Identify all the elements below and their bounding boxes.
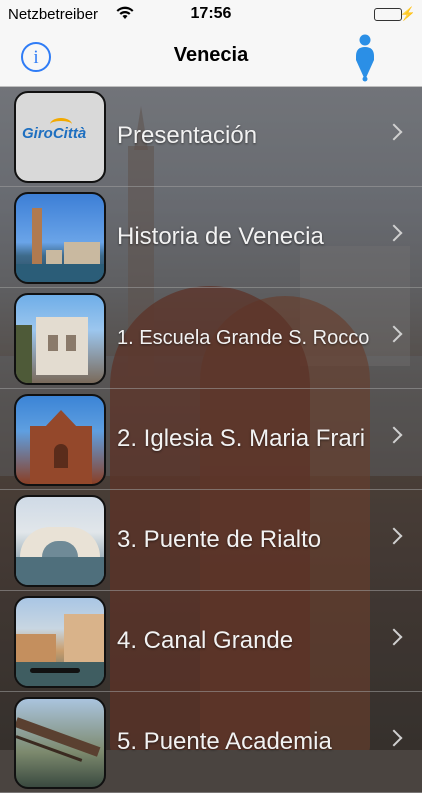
- battery-icon: [374, 8, 402, 21]
- academia-bridge-photo: [14, 697, 106, 789]
- map-pin-person-icon[interactable]: [350, 30, 380, 86]
- chevron-right-icon: [385, 527, 403, 545]
- list-item-label: 2. Iglesia S. Maria Frari: [117, 425, 366, 452]
- clock: 17:56: [190, 5, 232, 22]
- campanile-photo: [14, 192, 106, 284]
- list-item[interactable]: GiroCittà Presentación: [0, 86, 422, 187]
- chevron-right-icon: [385, 224, 403, 242]
- places-list: GiroCittà Presentación Historia de Venec…: [0, 86, 422, 793]
- grand-canal-photo: [14, 596, 106, 688]
- frari-church-photo: [14, 394, 106, 486]
- list-item-label: 5. Puente Academia: [117, 728, 332, 755]
- list-item[interactable]: 1. Escuela Grande S. Rocco: [0, 288, 422, 389]
- list-item-label: Presentación: [117, 122, 258, 149]
- list-item[interactable]: 2. Iglesia S. Maria Frari: [0, 389, 422, 490]
- list-item[interactable]: Historia de Venecia: [0, 187, 422, 288]
- list-item-label: 3. Puente de Rialto: [117, 526, 322, 553]
- charging-bolt-icon: ⚡: [399, 6, 416, 21]
- rialto-bridge-photo: [14, 495, 106, 587]
- list-item-label: 4. Canal Grande: [117, 627, 294, 654]
- girocitta-logo: GiroCittà: [14, 91, 106, 183]
- chevron-right-icon: [385, 426, 403, 444]
- chevron-right-icon: [385, 628, 403, 646]
- list-item[interactable]: 4. Canal Grande: [0, 591, 422, 692]
- chevron-right-icon: [385, 325, 403, 343]
- scuola-rocco-photo: [14, 293, 106, 385]
- list-item-label: Historia de Venecia: [117, 223, 324, 250]
- navigation-bar: i Venecia: [0, 30, 422, 87]
- chevron-right-icon: [385, 123, 403, 141]
- chevron-right-icon: [385, 729, 403, 747]
- list-item[interactable]: 5. Puente Academia: [0, 692, 422, 793]
- list-item-label: 1. Escuela Grande S. Rocco: [117, 327, 370, 349]
- list-item[interactable]: 3. Puente de Rialto: [0, 490, 422, 591]
- status-bar: Netzbetreiber 17:56 ⚡: [0, 0, 422, 30]
